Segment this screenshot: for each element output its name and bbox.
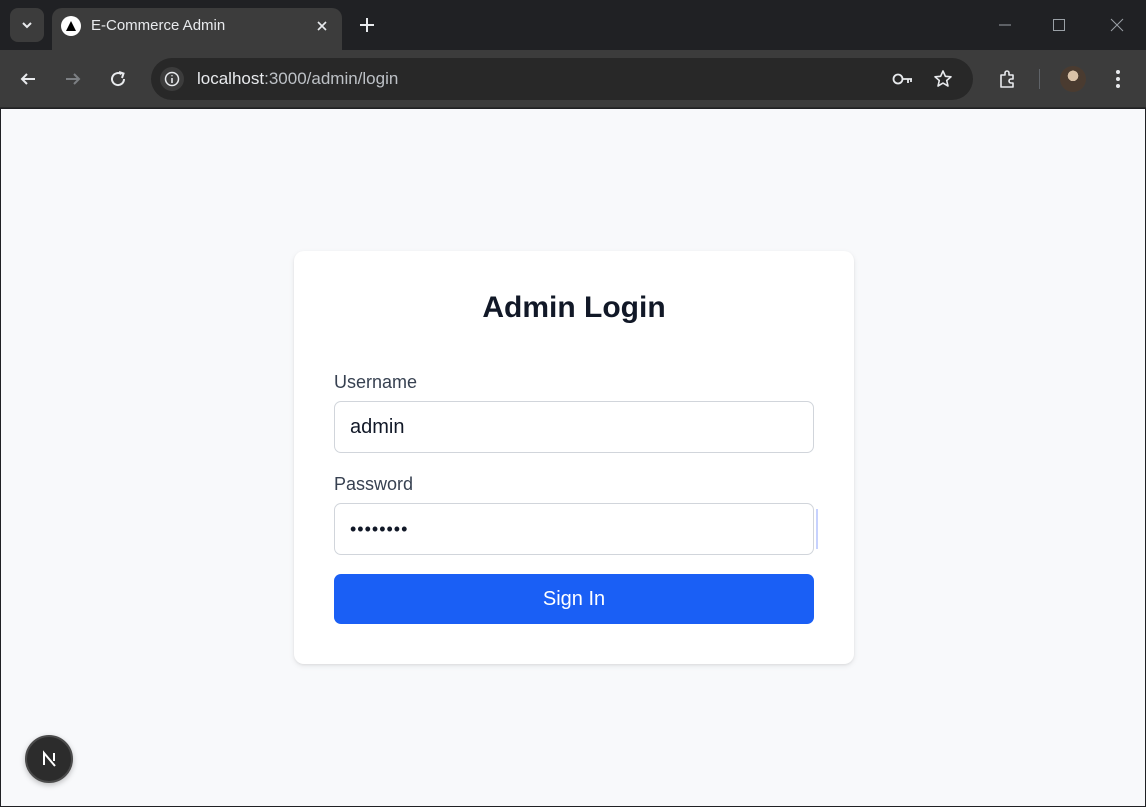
url-text[interactable]: localhost:3000/admin/login (197, 69, 398, 89)
bookmark-star-icon[interactable] (931, 67, 955, 91)
back-arrow-icon[interactable] (14, 65, 42, 93)
browser-tab-active[interactable]: E-Commerce Admin (52, 8, 342, 50)
sign-in-button[interactable]: Sign In (334, 574, 814, 624)
reload-icon[interactable] (104, 65, 132, 93)
toolbar-divider (1039, 69, 1040, 89)
more-menu-icon[interactable] (1104, 65, 1132, 93)
forward-arrow-icon[interactable] (59, 65, 87, 93)
extensions-puzzle-icon[interactable] (993, 65, 1021, 93)
minimize-icon[interactable] (992, 12, 1018, 38)
chevron-down-icon (22, 22, 32, 29)
username-input[interactable]: admin (334, 401, 814, 453)
tab-title: E-Commerce Admin (91, 17, 226, 34)
nextjs-logo-icon (43, 750, 56, 767)
password-label: Password (334, 474, 414, 494)
close-tab-icon[interactable] (312, 16, 332, 36)
maximize-icon[interactable] (1046, 12, 1072, 38)
close-window-icon[interactable] (1104, 12, 1130, 38)
password-input[interactable]: •••••••• (334, 503, 814, 555)
tab-search-button[interactable] (10, 8, 44, 42)
site-info-icon[interactable] (160, 67, 184, 91)
username-label: Username (334, 372, 418, 392)
address-bar[interactable]: localhost:3000/admin/login (151, 58, 973, 100)
nextjs-dev-tools-button[interactable] (25, 735, 73, 783)
url-host: localhost (197, 69, 265, 88)
url-path: :3000/admin/login (264, 69, 399, 88)
key-icon[interactable] (891, 67, 915, 91)
page-title: Admin Login (482, 291, 666, 324)
login-card: Admin Login Username admin Password ••••… (294, 251, 854, 664)
username-value: admin (350, 416, 405, 438)
browser-tab-strip: E-Commerce Admin (0, 0, 1146, 50)
new-tab-icon[interactable] (354, 12, 380, 38)
page-viewport: Admin Login Username admin Password ••••… (1, 109, 1145, 806)
password-value: •••••••• (350, 519, 409, 539)
profile-avatar[interactable] (1060, 66, 1086, 92)
focus-indicator (816, 509, 818, 549)
browser-toolbar: localhost:3000/admin/login (0, 50, 1146, 108)
nextjs-favicon-icon (61, 16, 81, 36)
